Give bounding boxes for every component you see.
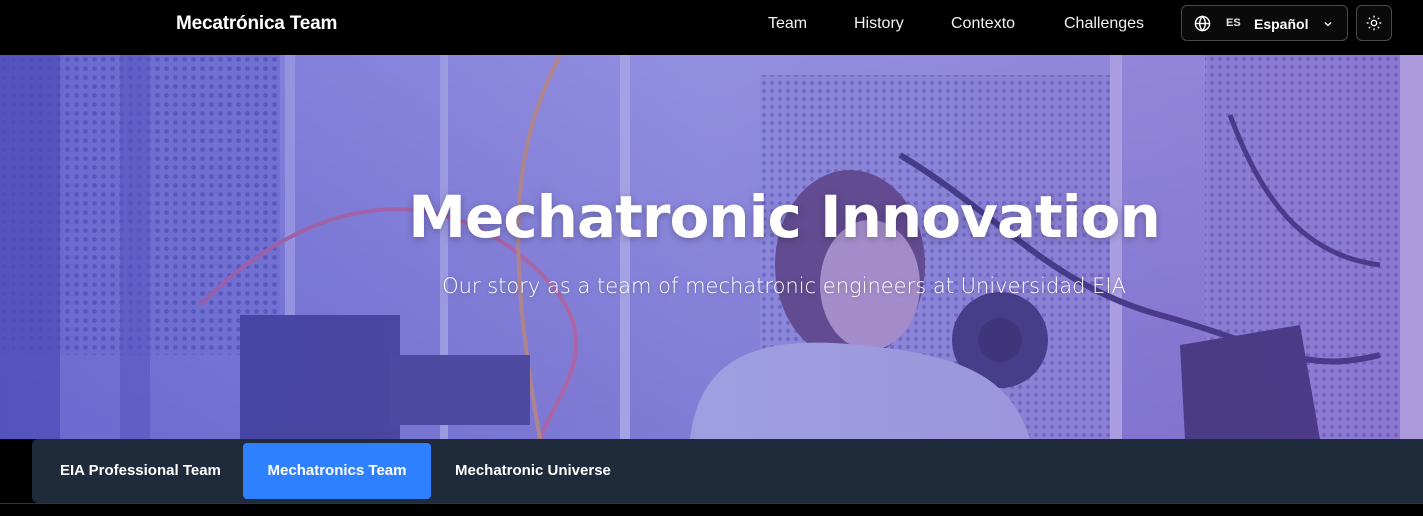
language-code: ES [1226,17,1241,29]
language-name: Español [1254,16,1309,32]
globe-icon [1194,15,1211,32]
tab-eia-professional-team[interactable]: EIA Professional Team [36,443,245,499]
theme-toggle-button[interactable] [1356,5,1392,41]
tab-mechatronic-universe[interactable]: Mechatronic Universe [431,443,635,499]
hero-title: Mechatronic Innovation [408,183,1160,251]
tab-bar: EIA Professional Team Mechatronics Team … [32,439,1423,503]
brand-logo-text[interactable]: Mecatrónica Team [176,13,337,35]
nav-link-challenges[interactable]: Challenges [1064,14,1144,34]
nav-link-team[interactable]: Team [768,14,807,34]
tab-section: EIA Professional Team Mechatronics Team … [0,439,1423,516]
nav-link-contexto[interactable]: Contexto [951,14,1015,34]
top-navbar: Mecatrónica Team Team History Contexto C… [0,0,1423,55]
language-select[interactable]: ES Español [1181,5,1348,41]
hero-banner: Mechatronic Innovation Our story as a te… [0,55,1423,439]
sun-icon [1366,15,1382,31]
nav-link-history[interactable]: History [854,14,904,34]
hero-subtitle: Our story as a team of mechatronic engin… [442,274,1126,298]
chevron-down-icon [1324,22,1332,27]
divider [0,503,1423,504]
tab-mechatronics-team[interactable]: Mechatronics Team [243,443,431,499]
